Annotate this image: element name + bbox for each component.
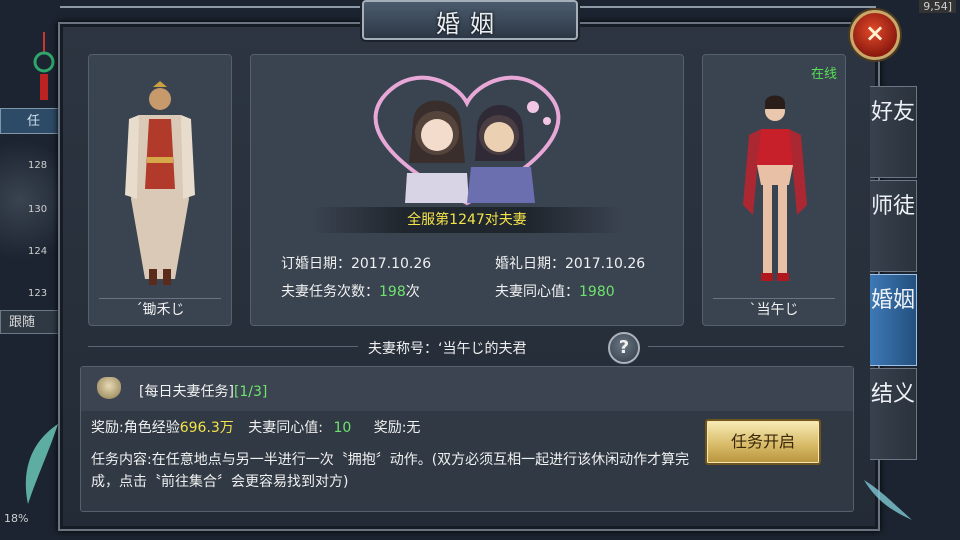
left-character-name: ˊ锄禾じ: [135, 302, 185, 318]
male-character-portrait: [125, 81, 195, 285]
tab-label: 师徒: [870, 194, 915, 219]
title-divider-right: [648, 346, 844, 347]
couple-info-panel: 全服第1247对夫妻 订婚日期：2017.10.26 婚礼日期：2017.10.…: [250, 54, 684, 326]
daily-task-panel: [每日夫妻任务][1/3] 奖励:角色经验696.3万 夫妻同心值: 10 奖励…: [80, 366, 854, 512]
question-icon: ?: [618, 337, 630, 358]
help-button[interactable]: ?: [608, 332, 640, 364]
task-count-label: 夫妻任务次数：: [281, 284, 379, 300]
tab-mentor[interactable]: 师徒: [870, 180, 917, 272]
leaf-ornament-icon: [25, 424, 58, 504]
engage-date-label: 订婚日期：: [281, 256, 351, 272]
unity-label: 夫妻同心值：: [495, 284, 579, 300]
reward-exp-label: 奖励:角色经验: [91, 420, 180, 436]
reward-exp-value: 696.3万: [179, 420, 234, 436]
tab-brotherhood[interactable]: 结义: [870, 368, 917, 460]
task-count-unit: 次: [405, 284, 420, 300]
task-title: [每日夫妻任务][1/3]: [139, 381, 267, 401]
party-level: 124: [28, 246, 48, 257]
left-party-strip: 128 130 124 123: [0, 100, 60, 420]
bottom-percent: 18%: [4, 512, 29, 525]
female-character-portrait: [743, 95, 807, 281]
couple-task-count: 夫妻任务次数：198次: [281, 281, 420, 301]
window-title: 婚姻: [436, 10, 504, 38]
task-title-text: [每日夫妻任务]: [139, 384, 234, 400]
title-plate: 婚姻: [362, 0, 578, 40]
tab-label: 婚姻: [870, 288, 915, 313]
tab-label: 好友: [870, 100, 915, 125]
party-level: 123: [28, 288, 48, 299]
wedding-date-label: 婚礼日期：: [495, 256, 565, 272]
tab-friends[interactable]: 好友: [870, 86, 917, 178]
unity-value: 1980: [579, 284, 615, 300]
online-status: 在线: [810, 67, 837, 82]
title-ornament-right: [576, 6, 876, 18]
couple-title: 夫妻称号：‘当午じ的夫君: [368, 341, 527, 357]
party-level: 128: [28, 160, 48, 171]
knot-ornament-icon: [33, 32, 55, 100]
title-divider-left: [88, 346, 358, 347]
bird-ornament-icon: [864, 480, 912, 520]
task-bag-icon: [97, 377, 121, 399]
couple-rank: 全服第1247对夫妻: [311, 207, 623, 233]
tab-marriage[interactable]: 婚姻: [870, 274, 917, 366]
close-icon: ×: [864, 19, 886, 47]
couple-portrait: [373, 75, 561, 206]
right-character-name: ˋ当午じ: [749, 302, 799, 318]
engage-date-value: 2017.10.26: [351, 256, 432, 272]
start-task-button[interactable]: 任务开启: [705, 419, 821, 465]
couple-unity: 夫妻同心值：1980: [495, 281, 615, 301]
reward-unity-value: 10: [333, 420, 352, 436]
party-level: 130: [28, 204, 48, 215]
task-header: [每日夫妻任务][1/3]: [81, 367, 853, 411]
tab-label: 结义: [870, 382, 915, 407]
follow-button[interactable]: 跟随: [0, 310, 60, 334]
wedding-date-value: 2017.10.26: [565, 256, 646, 272]
reward-unity-label: 夫妻同心值:: [248, 420, 323, 436]
task-description: 任务内容:在任意地点与另一半进行一次〝拥抱〞动作。(双方必须互相一起进行该休闲动…: [91, 452, 690, 490]
task-reward: 奖励:角色经验696.3万 夫妻同心值: 10 奖励:无: [91, 417, 420, 437]
close-button[interactable]: ×: [850, 10, 900, 60]
title-ornament-left: [60, 6, 360, 18]
left-character-panel: ˊ锄禾じ: [88, 54, 232, 326]
reward-other: 奖励:无: [373, 420, 421, 436]
task-count-value: 198: [379, 284, 406, 300]
coordinate-readout: 9,54]: [919, 0, 956, 13]
right-character-panel: 在线 ˋ当午じ: [702, 54, 846, 326]
engage-date: 订婚日期：2017.10.26: [281, 253, 431, 273]
task-progress: [1/3]: [233, 384, 268, 400]
wedding-date: 婚礼日期：2017.10.26: [495, 253, 645, 273]
couple-title-row: 夫妻称号：‘当午じ的夫君 ?: [88, 332, 844, 364]
